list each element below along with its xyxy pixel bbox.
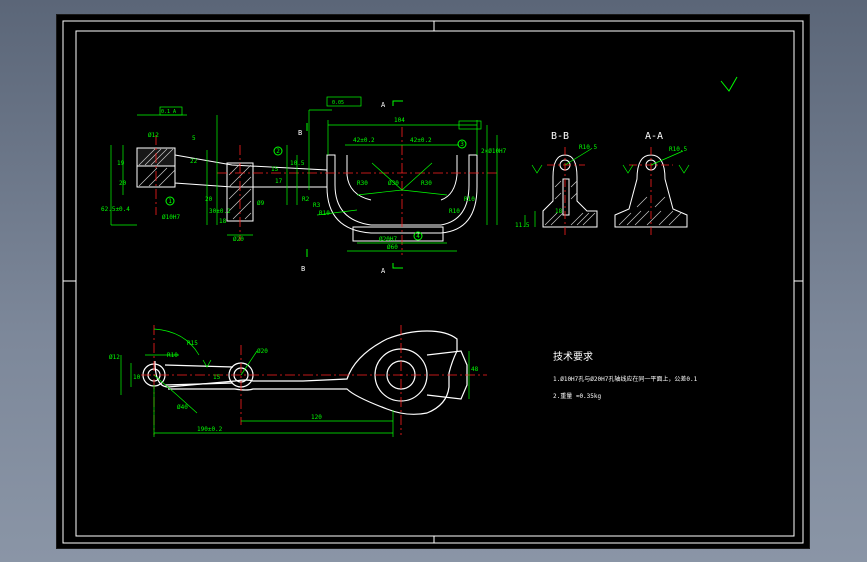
tech-line-1: 1.Ø10H7孔与Ø20H7孔轴线应在同一平面上，公差0.1	[553, 375, 698, 383]
dim-bb-11-5: 11.5	[515, 222, 530, 229]
dim-r30-right: R30	[421, 180, 432, 187]
plan-dimension-lines	[120, 328, 470, 437]
dim-r2: R2	[302, 196, 310, 203]
dim-d12: Ø12	[148, 132, 159, 139]
dim-d9: Ø9	[257, 200, 265, 207]
fcf-label-1: 0.1 A	[161, 109, 176, 115]
dim-plan-d40: Ø40	[177, 404, 188, 411]
dim-d20h7: Ø20H7	[379, 236, 397, 243]
balloon-2: 2	[276, 148, 280, 155]
tech-title: 技术要求	[553, 350, 593, 363]
fork-inner-right	[440, 155, 458, 201]
dim-plan-10: 10	[133, 374, 141, 381]
dim-10-5: 10.5	[290, 160, 305, 167]
dim-aa-r10-5: R10.5	[669, 146, 687, 153]
dim-r10-c: R10	[464, 196, 475, 203]
dim-r10-b: R10	[449, 208, 460, 215]
dim-18: 18	[219, 218, 227, 225]
dim-15: 15	[271, 166, 279, 173]
dim-plan-15: 15	[213, 374, 221, 381]
front-view-labels: 104 42±0.2 42±0.2 Ø30 R30 R30 Ø20H7 Ø60 …	[101, 100, 507, 251]
cut-b-bottom: B	[301, 265, 305, 273]
cad-drawing: 104 42±0.2 42±0.2 Ø30 R30 R30 Ø20H7 Ø60 …	[62, 20, 804, 544]
feature-control-frames	[159, 96, 482, 130]
dim-42-right: 42±0.2	[410, 137, 432, 144]
outer-border	[62, 20, 804, 544]
cut-letters: A A B B	[298, 101, 386, 275]
inner-border	[75, 30, 795, 537]
dim-bb-18: 18	[555, 208, 563, 215]
dim-30: 30±0.2	[209, 208, 231, 215]
cut-b-top: B	[298, 129, 302, 137]
balloon-4: 4	[416, 233, 420, 240]
dim-20: 20	[119, 180, 127, 187]
dim-plan-d12: Ø12	[109, 354, 120, 361]
dim-42-left: 42±0.2	[353, 137, 375, 144]
dim-plan-190: 190±0.2	[197, 426, 223, 433]
dim-r30-left: R30	[357, 180, 368, 187]
drawing-sheet: 104 42±0.2 42±0.2 Ø30 R30 R30 Ø20H7 Ø60 …	[56, 14, 810, 549]
dim-19: 19	[117, 160, 125, 167]
drawing-frame	[62, 20, 804, 544]
roughness-symbol	[720, 76, 738, 92]
dim-2xd10h7: 2×Ø10H7	[481, 148, 507, 155]
plan-outline	[154, 330, 458, 415]
section-bb-title: B-B	[551, 131, 569, 142]
dim-plan-120: 120	[311, 414, 322, 421]
dim-plan-d20: Ø20	[257, 348, 268, 355]
cut-a-bottom: A	[381, 267, 386, 275]
section-aa-view: A-A R10.5	[614, 131, 690, 237]
fcf-label-2: 0.05	[332, 100, 344, 106]
front-dimension-lines	[110, 109, 498, 252]
dim-bb-r10-5: R10.5	[579, 144, 597, 151]
section-aa-title: A-A	[645, 131, 663, 142]
balloon-3: 3	[460, 141, 464, 148]
dim-d60: Ø60	[387, 244, 398, 251]
section-bb-view: B-B R10.5 18 11.5	[515, 131, 598, 235]
plan-view	[120, 325, 487, 437]
tech-line-2: 2.重量 ≈0.35kg	[553, 392, 602, 400]
dim-plan-r15: R15	[187, 340, 198, 347]
fork-inner-left	[346, 155, 372, 201]
dim-r3: R3	[313, 202, 321, 209]
dim-d30: Ø30	[388, 180, 399, 187]
dim-17: 17	[275, 178, 283, 185]
dim-5: 5	[192, 135, 196, 142]
dim-d10h7: Ø10H7	[162, 214, 180, 221]
cut-a-top: A	[381, 101, 386, 109]
dim-22: 22	[190, 158, 198, 165]
dim-20b: 20	[205, 196, 213, 203]
dim-plan-48: 48	[471, 366, 479, 373]
dim-r10-a: R10	[319, 210, 330, 217]
front-view	[110, 96, 498, 269]
dim-104: 104	[394, 117, 405, 124]
dim-62-5: 62.5±0.4	[101, 206, 130, 213]
fork-bottom-boss	[352, 226, 444, 242]
balloon-1: 1	[168, 198, 172, 205]
section-aa-hatch	[618, 196, 682, 226]
dim-plan-r10: R10	[167, 352, 178, 359]
technical-requirements: 技术要求 1.Ø10H7孔与Ø20H7孔轴线应在同一平面上，公差0.1 2.重量…	[553, 350, 698, 400]
dim-d20: Ø20	[233, 236, 244, 243]
